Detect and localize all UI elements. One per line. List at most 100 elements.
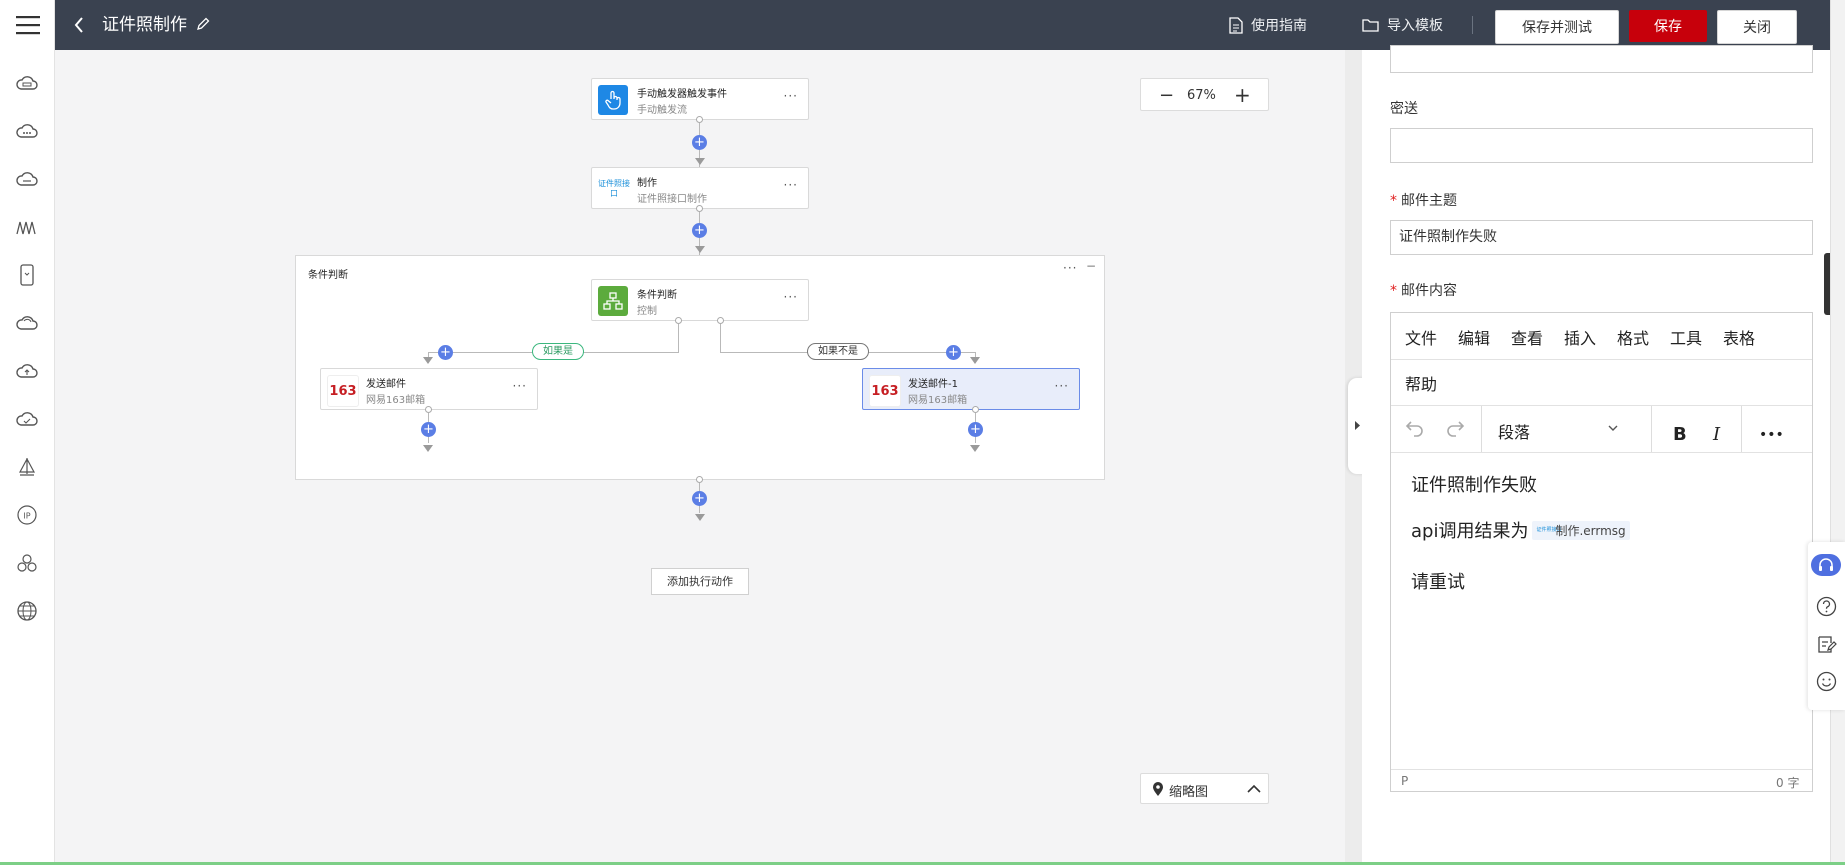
- subject-input[interactable]: 证件照制作失败: [1390, 220, 1813, 255]
- redo-icon[interactable]: [1445, 419, 1465, 437]
- recipient-field[interactable]: [1390, 45, 1813, 73]
- editor-line-3[interactable]: 请重试: [1411, 568, 1465, 594]
- hamburger-menu-icon[interactable]: [0, 0, 55, 50]
- smiley-face-icon[interactable]: [1816, 671, 1837, 692]
- edit-pencil-icon[interactable]: [195, 16, 211, 36]
- zoom-out-icon[interactable]: −: [1159, 85, 1174, 106]
- italic-button[interactable]: I: [1713, 424, 1720, 445]
- ip-address-icon[interactable]: IP: [12, 500, 42, 530]
- globe-web-icon[interactable]: [12, 596, 42, 626]
- cloud-more-icon[interactable]: [12, 116, 42, 146]
- mobile-device-icon[interactable]: [12, 260, 42, 290]
- make-node[interactable]: 证件照接口 制作 证件照接口制作 ···: [591, 167, 809, 209]
- collapse-icon[interactable]: −: [1086, 259, 1096, 273]
- node-title: 手动触发器触发事件: [637, 89, 727, 100]
- feedback-edit-icon[interactable]: [1816, 634, 1837, 655]
- save-and-test-button[interactable]: 保存并测试: [1495, 10, 1619, 44]
- branch-true-label[interactable]: 如果是: [532, 343, 584, 360]
- connector-port: [972, 406, 979, 413]
- more-icon[interactable]: ···: [513, 379, 527, 393]
- bcc-label: 密送: [1390, 101, 1418, 117]
- add-step-plus-icon[interactable]: +: [421, 422, 436, 437]
- minimap-toggle[interactable]: 缩略图: [1140, 773, 1269, 804]
- cloud-server-icon[interactable]: [12, 68, 42, 98]
- guide-link[interactable]: 使用指南: [1229, 0, 1307, 50]
- chevron-up-icon: [1247, 784, 1261, 793]
- chevron-down-icon: [1608, 425, 1618, 431]
- waveform-icon[interactable]: [12, 212, 42, 242]
- editor-line-2-text: api调用结果为: [1411, 521, 1529, 542]
- undo-icon[interactable]: [1405, 419, 1425, 437]
- block-format-select[interactable]: 段落: [1482, 406, 1627, 452]
- id-photo-api-icon: 证件照接口: [1536, 526, 1562, 533]
- more-icon[interactable]: ···: [784, 290, 798, 304]
- bold-button[interactable]: B: [1673, 424, 1687, 445]
- flow-canvas[interactable]: − 67% + 手动触发器触发事件 手动触发流 ··· + 证件照接口 制作 证…: [55, 50, 1345, 865]
- headset-support-icon[interactable]: [1811, 554, 1841, 576]
- menu-file[interactable]: 文件: [1405, 325, 1437, 349]
- cloud-layers-icon[interactable]: [12, 308, 42, 338]
- trigger-node[interactable]: 手动触发器触发事件 手动触发流 ···: [591, 78, 809, 120]
- add-step-plus-icon[interactable]: +: [692, 491, 707, 506]
- menu-help[interactable]: 帮助: [1405, 371, 1437, 395]
- sailboat-icon[interactable]: [12, 452, 42, 482]
- back-arrow-icon[interactable]: [73, 15, 85, 39]
- more-toolbar-button[interactable]: •••: [1759, 427, 1784, 443]
- content-label: * 邮件内容: [1390, 283, 1457, 299]
- connector-port: [425, 406, 432, 413]
- left-nav-rail: IP: [0, 0, 55, 865]
- zoom-control: − 67% +: [1140, 78, 1269, 111]
- minimap-label: 缩略图: [1169, 785, 1209, 800]
- send-mail-node-left[interactable]: 163 发送邮件 网易163邮箱 ···: [320, 368, 538, 410]
- add-step-plus-icon[interactable]: +: [438, 345, 453, 360]
- node-subtitle: 控制: [637, 306, 657, 317]
- add-step-plus-icon[interactable]: +: [946, 345, 961, 360]
- more-icon[interactable]: ···: [1055, 379, 1069, 393]
- import-template-link[interactable]: 导入模板: [1362, 0, 1443, 50]
- block-format-value: 段落: [1498, 423, 1531, 442]
- cloud-storage-icon[interactable]: [12, 164, 42, 194]
- element-path: P: [1401, 774, 1409, 788]
- zoom-in-icon[interactable]: +: [1234, 83, 1251, 107]
- cloud-check-icon[interactable]: [12, 404, 42, 434]
- side-tab-handle[interactable]: [1824, 253, 1830, 315]
- help-question-icon[interactable]: [1816, 596, 1837, 617]
- send-mail-node-right[interactable]: 163 发送邮件-1 网易163邮箱 ···: [862, 368, 1080, 410]
- menu-table[interactable]: 表格: [1723, 325, 1755, 349]
- add-step-plus-icon[interactable]: +: [692, 223, 707, 238]
- cloud-upload-icon[interactable]: [12, 356, 42, 386]
- add-step-plus-icon[interactable]: +: [968, 422, 983, 437]
- menu-format[interactable]: 格式: [1617, 325, 1649, 349]
- connector-port: [696, 116, 703, 123]
- page-scrollbar[interactable]: [1830, 0, 1845, 865]
- node-subtitle: 网易163邮箱: [908, 395, 968, 406]
- connector-port: [675, 317, 682, 324]
- more-icon[interactable]: ···: [1063, 261, 1077, 275]
- menu-tools[interactable]: 工具: [1670, 325, 1702, 349]
- location-pin-icon: [1153, 782, 1163, 796]
- editor-line-1[interactable]: 证件照制作失败: [1411, 471, 1537, 497]
- close-button[interactable]: 关闭: [1717, 10, 1797, 44]
- connector-line: [678, 324, 679, 352]
- branch-false-label[interactable]: 如果不是: [807, 343, 869, 360]
- condition-node[interactable]: 条件判断 控制 ···: [591, 279, 809, 321]
- variable-token[interactable]: 证件照接口 制作.errmsg: [1532, 520, 1630, 540]
- bcc-field[interactable]: [1390, 128, 1813, 163]
- more-icon[interactable]: ···: [784, 89, 798, 103]
- menu-view[interactable]: 查看: [1511, 325, 1543, 349]
- variable-token-label: 制作.errmsg: [1555, 523, 1626, 538]
- property-panel: 密送 * 邮件主题 证件照制作失败 * 邮件内容 文件 编辑 查看 插入 格式 工具…: [1362, 45, 1830, 865]
- add-step-plus-icon[interactable]: +: [692, 135, 707, 150]
- menu-insert[interactable]: 插入: [1564, 325, 1596, 349]
- top-header: 证件照制作 使用指南 导入模板 保存并测试 保存 关闭: [55, 0, 1830, 50]
- content-label-text: 邮件内容: [1401, 283, 1457, 299]
- cluster-icon[interactable]: [12, 548, 42, 578]
- save-button[interactable]: 保存: [1629, 10, 1707, 42]
- node-subtitle: 手动触发流: [637, 105, 687, 116]
- add-action-button[interactable]: 添加执行动作: [651, 568, 749, 595]
- menu-edit[interactable]: 编辑: [1458, 325, 1490, 349]
- editor-line-2[interactable]: api调用结果为 证件照接口 制作.errmsg: [1411, 517, 1630, 543]
- header-divider: [1472, 16, 1473, 34]
- more-icon[interactable]: ···: [784, 178, 798, 192]
- id-photo-api-icon: 证件照接口: [598, 174, 630, 204]
